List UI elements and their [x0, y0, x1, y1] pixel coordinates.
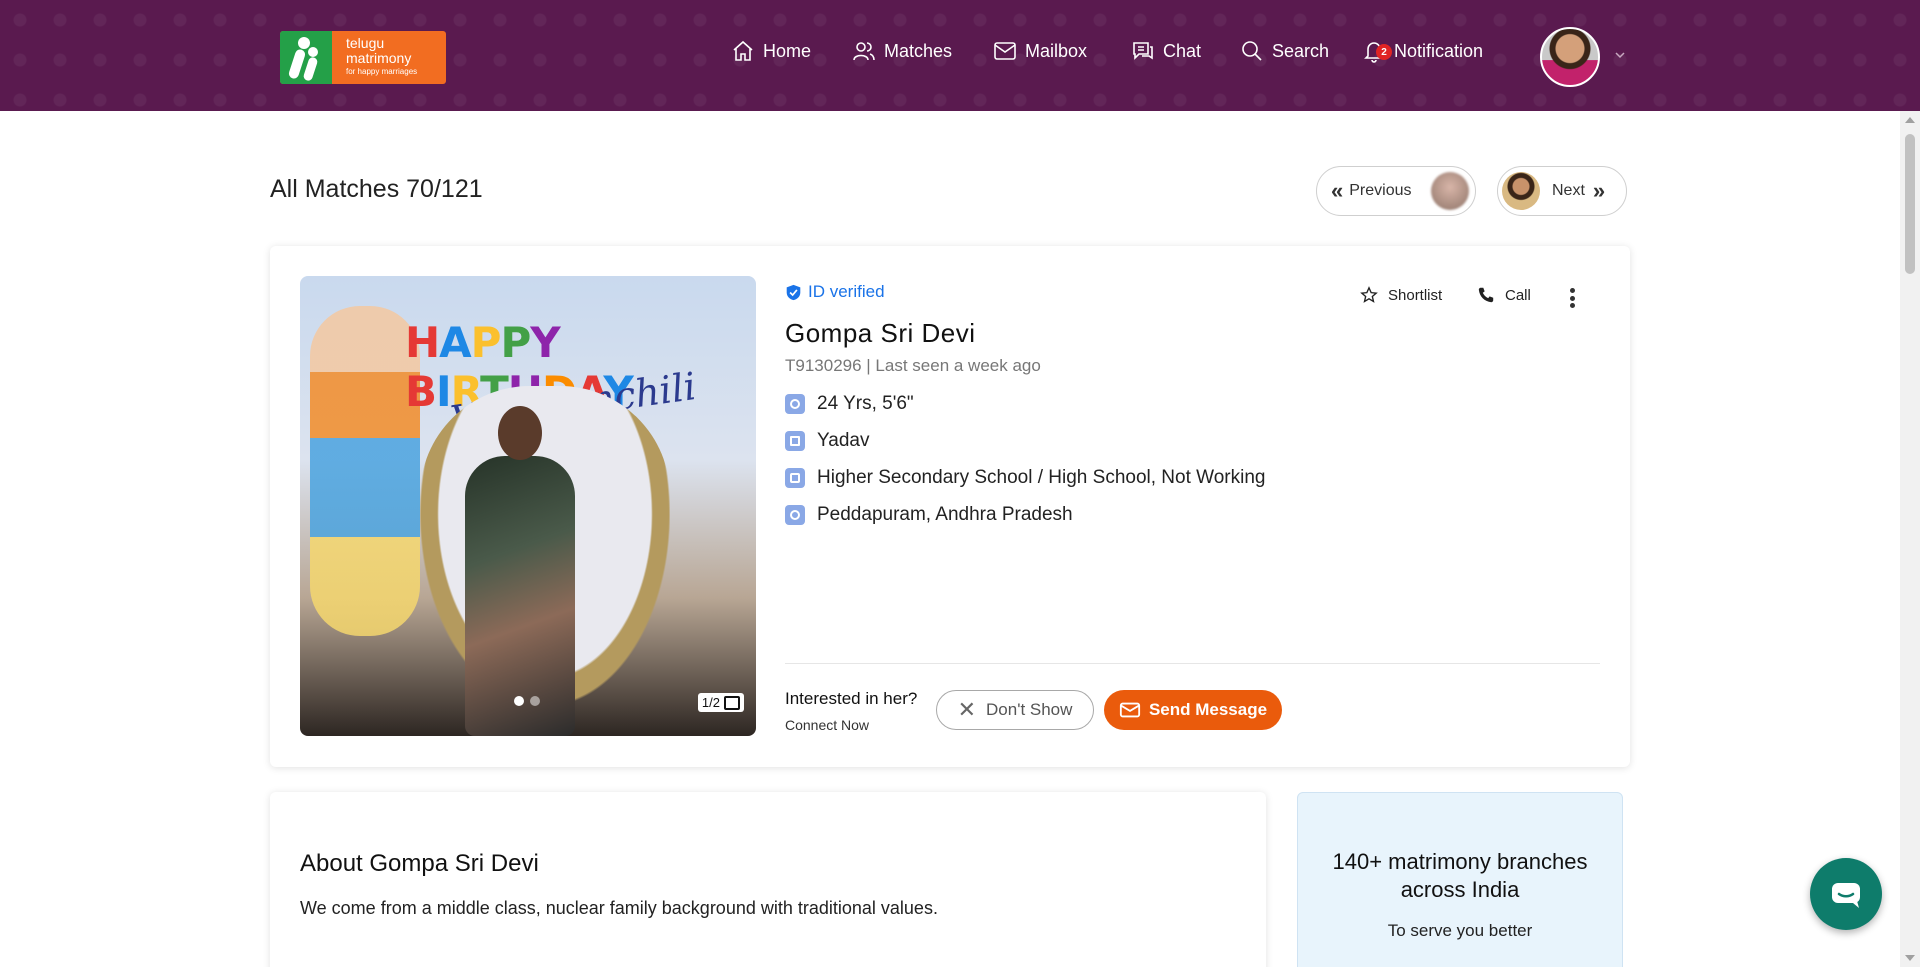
photo-counter[interactable]: 1/2 — [697, 693, 744, 712]
scroll-thumb[interactable] — [1905, 134, 1915, 274]
mail-icon — [1119, 702, 1141, 718]
user-avatar[interactable] — [1540, 27, 1600, 87]
detail-age-height: 24 Yrs, 5'6" — [785, 393, 914, 415]
nav-matches-label: Matches — [884, 40, 953, 61]
photo-dot[interactable] — [514, 696, 524, 706]
page-title: All Matches 70/121 — [270, 175, 483, 203]
shortlist-button[interactable]: Shortlist — [1360, 286, 1442, 304]
logo-mark-icon — [280, 31, 332, 84]
page-scrollbar[interactable] — [1900, 111, 1920, 967]
verified-shield-icon — [786, 284, 801, 300]
nav-mailbox[interactable]: Mailbox — [993, 38, 1087, 64]
double-chevron-right-icon: » — [1592, 178, 1605, 203]
chat-bubble-icon — [1832, 883, 1860, 908]
about-text: We come from a middle class, nuclear fam… — [300, 898, 938, 918]
chat-support-button[interactable] — [1810, 858, 1882, 930]
double-chevron-left-icon: « — [1331, 178, 1343, 203]
nav-home-label: Home — [763, 40, 812, 61]
search-icon — [1242, 41, 1262, 61]
photo-person — [460, 406, 580, 736]
detail-location: Peddapuram, Andhra Pradesh — [785, 504, 1073, 526]
detail-education-text: Higher Secondary School / High School, N… — [817, 467, 1266, 488]
scroll-up-arrow-icon[interactable] — [1905, 117, 1915, 123]
branches-title: 140+ matrimony branches across India — [1332, 849, 1588, 902]
next-label: Next — [1552, 182, 1585, 199]
users-icon — [853, 42, 875, 61]
id-verified-badge: ID verified — [785, 282, 885, 302]
nav-chat[interactable]: Chat — [1131, 38, 1201, 64]
logo-line-2: matrimony — [346, 49, 412, 66]
connect-now-text: Connect Now — [785, 717, 870, 733]
card-divider — [785, 663, 1600, 664]
call-label: Call — [1505, 286, 1531, 304]
detail-caste-text: Yadav — [817, 430, 870, 451]
photo-counter-text: 1/2 — [701, 695, 720, 710]
more-options-icon[interactable] — [1570, 288, 1576, 308]
detail-age-height-text: 24 Yrs, 5'6" — [817, 393, 914, 414]
nav-search[interactable]: Search — [1240, 38, 1329, 64]
telugu-matrimony-logo[interactable]: telugu matrimony for happy marriages — [280, 31, 446, 84]
branches-subtitle: To serve you better — [1387, 921, 1533, 940]
phone-icon — [1478, 287, 1494, 303]
dont-show-button[interactable]: ✕ Don't Show — [936, 690, 1094, 730]
education-icon — [785, 468, 805, 488]
call-button[interactable]: Call — [1477, 286, 1531, 304]
send-message-button[interactable]: Send Message — [1104, 690, 1282, 730]
nav-matches[interactable]: Matches — [852, 38, 952, 64]
chat-icon — [1133, 42, 1153, 60]
detail-location-text: Peddapuram, Andhra Pradesh — [817, 504, 1073, 525]
location-icon — [785, 505, 805, 525]
interest-question: Interested in her? — [785, 689, 918, 708]
detail-education: Higher Secondary School / High School, N… — [785, 467, 1266, 489]
close-icon: ✕ — [957, 697, 977, 722]
home-icon — [733, 40, 753, 61]
previous-label: Previous — [1349, 182, 1412, 199]
about-title: About Gompa Sri Devi — [300, 850, 539, 877]
photo-dot[interactable] — [530, 696, 540, 706]
detail-caste: Yadav — [785, 430, 869, 452]
send-message-label: Send Message — [1148, 700, 1268, 719]
next-profile-button[interactable]: Next » — [1497, 166, 1627, 216]
star-icon — [1360, 286, 1378, 303]
about-card: About Gompa Sri Devi We come from a midd… — [270, 792, 1266, 967]
nav-chat-label: Chat — [1163, 40, 1202, 61]
profile-meta: T9130296 | Last seen a week ago — [785, 356, 1041, 375]
profile-name: Gompa Sri Devi — [785, 318, 976, 348]
caste-icon — [785, 431, 805, 451]
notification-badge: 2 — [1376, 44, 1392, 60]
logo-tagline: for happy marriages — [346, 67, 418, 77]
previous-profile-button[interactable]: « Previous — [1316, 166, 1476, 216]
nav-home[interactable]: Home — [731, 38, 811, 64]
gallery-icon — [724, 695, 740, 710]
id-verified-label: ID verified — [808, 282, 885, 301]
mail-icon — [994, 42, 1016, 60]
next-profile-thumbnail — [1502, 172, 1540, 210]
logo-line-1: telugu — [346, 35, 385, 51]
photo-pagination-dots[interactable] — [514, 696, 540, 706]
profile-card: HAPPY BIRTHDAY Valamanchili 1/2 ID verif… — [270, 246, 1630, 767]
nav-notification-label: Notification — [1394, 40, 1484, 61]
branches-card: 140+ matrimony branches across India To … — [1297, 792, 1623, 967]
photo-background-cartoon — [310, 306, 420, 636]
chevron-down-icon[interactable] — [1613, 48, 1627, 62]
top-header: telugu matrimony for happy marriages Hom… — [0, 0, 1920, 111]
scroll-down-arrow-icon[interactable] — [1905, 955, 1915, 961]
previous-profile-thumbnail — [1431, 172, 1469, 210]
profile-photo[interactable]: HAPPY BIRTHDAY Valamanchili 1/2 — [300, 276, 756, 736]
shortlist-label: Shortlist — [1388, 286, 1443, 304]
age-icon — [785, 394, 805, 414]
nav-mailbox-label: Mailbox — [1025, 40, 1088, 61]
nav-search-label: Search — [1272, 40, 1330, 61]
dont-show-label: Don't Show — [986, 700, 1073, 719]
nav-notification[interactable]: 2 Notification — [1362, 38, 1483, 64]
